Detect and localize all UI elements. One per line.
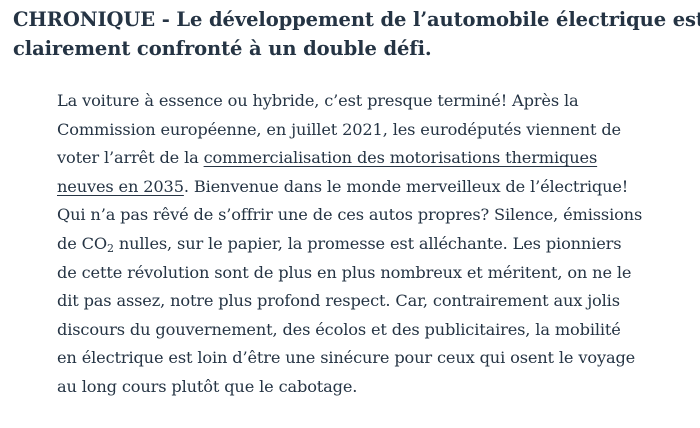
- paragraph-line-8: dit pas assez, notre plus profond respec…: [57, 291, 620, 311]
- article: CHRONIQUE - Le développement de l’automo…: [0, 0, 700, 428]
- headline-line-1: CHRONIQUE - Le développement de l’automo…: [13, 8, 700, 31]
- paragraph-line-6: de CO2 nulles, sur le papier, la promess…: [57, 230, 697, 259]
- article-headline: CHRONIQUE - Le développement de l’automo…: [13, 5, 700, 63]
- paragraph-line-3: voter l’arrêt de la commercialisation de…: [57, 144, 697, 173]
- regulation-link-part-1[interactable]: commercialisation des motorisations ther…: [204, 148, 598, 167]
- paragraph-line-7: de cette révolution sont de plus en plus…: [57, 262, 632, 282]
- co2-text: de CO: [57, 233, 107, 253]
- paragraph-line-2: Commission européenne, en juillet 2021, …: [57, 119, 621, 139]
- paragraph-line-1: La voiture à essence ou hybride, c’est p…: [57, 91, 579, 110]
- regulation-link-part-2[interactable]: neuves en 2035: [57, 177, 184, 196]
- article-paragraph: La voiture à essence ou hybride, c’est p…: [57, 87, 697, 402]
- paragraph-line-4: neuves en 2035. Bienvenue dans le monde …: [57, 173, 697, 202]
- paragraph-line-6-text: nulles, sur le papier, la promesse est a…: [113, 233, 622, 253]
- paragraph-line-5: Qui n’a pas rêvé de s’offrir une de ces …: [57, 205, 643, 225]
- paragraph-line-9: discours du gouvernement, des écolos et …: [57, 319, 621, 339]
- paragraph-line-10: en électrique est loin d’être une sinécu…: [57, 348, 636, 368]
- paragraph-line-3-text: voter l’arrêt de la: [57, 148, 204, 168]
- headline-line-2: clairement confronté à un double défi.: [13, 37, 432, 60]
- paragraph-line-4-text: . Bienvenue dans le monde merveilleux de…: [183, 176, 629, 196]
- co2-subscript: 2: [107, 241, 114, 255]
- paragraph-line-11: au long cours plutôt que le cabotage.: [57, 376, 358, 396]
